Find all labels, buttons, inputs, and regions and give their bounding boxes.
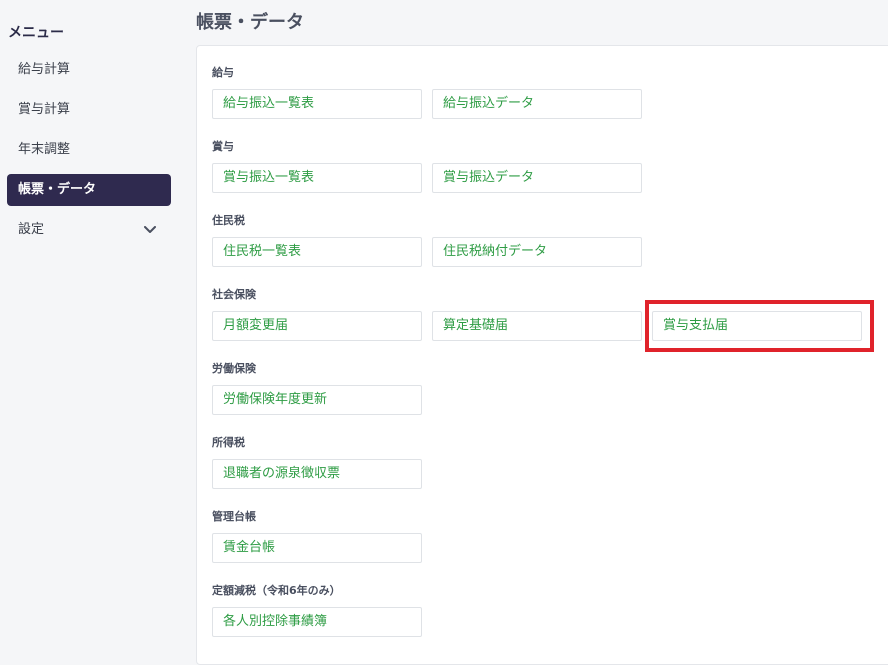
sidebar-item-settings[interactable]: 設定	[7, 214, 171, 246]
sidebar-item-label: 賞与計算	[18, 102, 71, 117]
sidebar-item-label: 設定	[18, 222, 45, 237]
labor-insurance-annual-update-button[interactable]: 労働保険年度更新	[212, 385, 422, 415]
section-label-social-insurance: 社会保険	[212, 288, 256, 301]
section-label-salary: 給与	[212, 66, 234, 79]
section-label-income-tax: 所得税	[212, 436, 245, 449]
resident-tax-payment-data-button[interactable]: 住民税納付データ	[432, 237, 642, 267]
bonus-transfer-data-button[interactable]: 賞与振込データ	[432, 163, 642, 193]
section-label-labor-insurance: 労働保険	[212, 362, 256, 375]
salary-transfer-list-button[interactable]: 給与振込一覧表	[212, 89, 422, 119]
chevron-down-icon[interactable]	[143, 214, 157, 246]
highlight-box	[645, 300, 874, 352]
sidebar-item-payroll[interactable]: 給与計算	[7, 54, 171, 86]
section-label-ledger: 管理台帳	[212, 510, 256, 523]
retiree-withholding-slip-button[interactable]: 退職者の源泉徴収票	[212, 459, 422, 489]
page-title: 帳票・データ	[196, 12, 304, 33]
bonus-transfer-list-button[interactable]: 賞与振込一覧表	[212, 163, 422, 193]
sidebar-item-reports[interactable]: 帳票・データ	[7, 174, 171, 206]
wage-ledger-button[interactable]: 賃金台帳	[212, 533, 422, 563]
sidebar-item-bonus[interactable]: 賞与計算	[7, 94, 171, 126]
menu-title: メニュー	[8, 25, 64, 41]
content-panel	[196, 45, 888, 665]
section-label-resident-tax: 住民税	[212, 214, 245, 227]
individual-deduction-record-button[interactable]: 各人別控除事績簿	[212, 607, 422, 637]
calculation-basis-report-button[interactable]: 算定基礎届	[432, 311, 642, 341]
sidebar: メニュー 給与計算 賞与計算 年末調整 帳票・データ 設定	[0, 0, 180, 653]
resident-tax-list-button[interactable]: 住民税一覧表	[212, 237, 422, 267]
sidebar-item-label: 帳票・データ	[18, 182, 97, 197]
sidebar-item-year-end[interactable]: 年末調整	[7, 134, 171, 166]
monthly-change-report-button[interactable]: 月額変更届	[212, 311, 422, 341]
sidebar-item-label: 給与計算	[18, 62, 71, 77]
salary-transfer-data-button[interactable]: 給与振込データ	[432, 89, 642, 119]
sidebar-item-label: 年末調整	[18, 142, 71, 157]
section-label-bonus: 賞与	[212, 140, 234, 153]
section-label-fixed-tax-reduction: 定額減税（令和6年のみ）	[212, 584, 341, 597]
